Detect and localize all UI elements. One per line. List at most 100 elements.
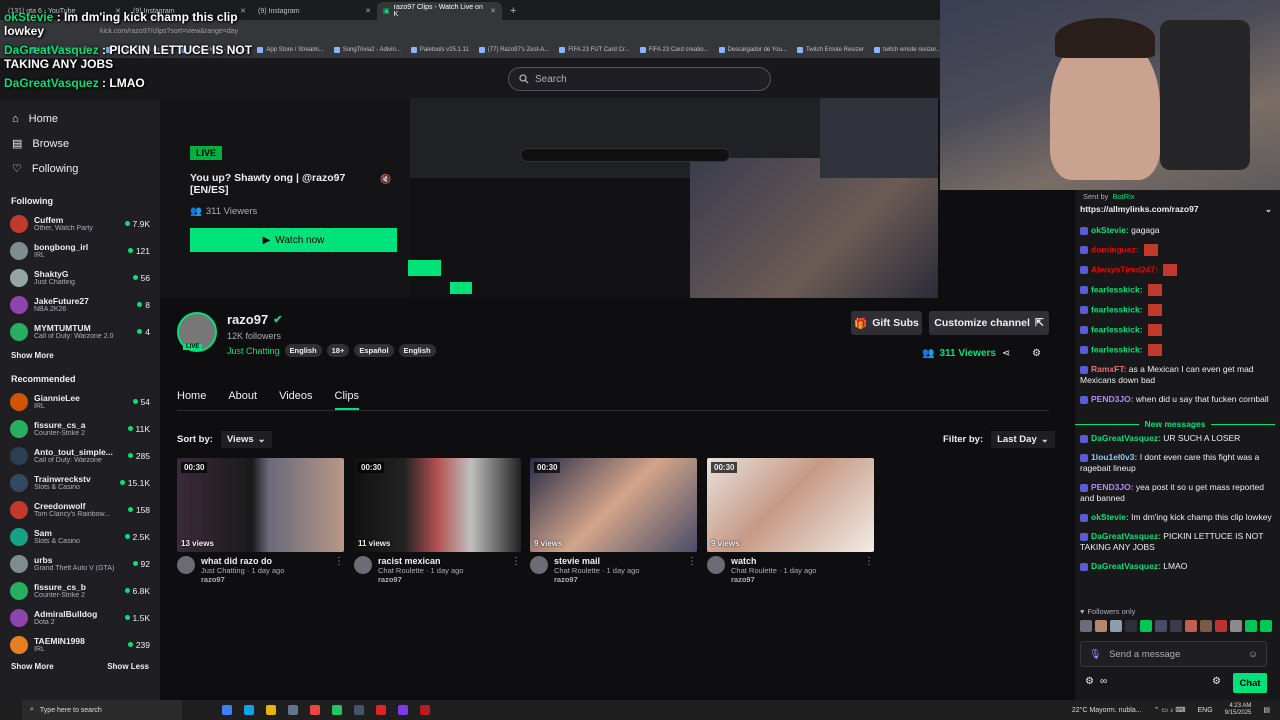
tab-about[interactable]: About: [228, 390, 257, 410]
chat-username[interactable]: fearlesskick: [1091, 344, 1140, 354]
sidebar-channel[interactable]: Sam Slots & Casino 2.5K: [0, 523, 160, 550]
tab-clips[interactable]: Clips: [334, 390, 359, 410]
clip-title[interactable]: watch: [731, 556, 858, 566]
chat-username[interactable]: okStevie: [1091, 225, 1126, 235]
browser-tab[interactable]: (9) Instagram ✕: [252, 2, 377, 20]
spotify-icon[interactable]: [332, 705, 342, 715]
chat-username[interactable]: fearlesskick: [1091, 284, 1140, 294]
sidebar-channel[interactable]: AdmiralBulldog Dota 2 1.5K: [0, 604, 160, 631]
clip-title[interactable]: what did razo do: [201, 556, 328, 566]
close-tab-icon[interactable]: ✕: [490, 7, 496, 15]
sidebar-channel[interactable]: GiannieLee IRL 54: [0, 388, 160, 415]
bookmark-item[interactable]: SongTrivia2 - Adivin...: [333, 47, 401, 53]
taskbar-search[interactable]: ⌕ Type here to search: [22, 700, 182, 720]
clip-thumbnail[interactable]: 00:30 9 views: [707, 458, 874, 552]
sidebar-channel[interactable]: JakeFuture27 NBA 2K26 8: [0, 291, 160, 318]
channel-tag[interactable]: English: [398, 344, 436, 357]
emote-icon[interactable]: [1215, 620, 1227, 632]
bookmark-item[interactable]: FIFA 23 FUT Card Cr...: [559, 47, 630, 53]
sidebar-channel[interactable]: Anto_tout_simple... Call of Duty: Warzone…: [0, 442, 160, 469]
clock[interactable]: 4:23 AM 9/15/2025: [1225, 703, 1252, 717]
app-icon[interactable]: [354, 705, 364, 715]
chat-username[interactable]: okStevie: [1091, 512, 1126, 522]
chat-username[interactable]: DaGreatVasquez: [1091, 561, 1158, 571]
emote-icon[interactable]: [1185, 620, 1197, 632]
more-options-icon[interactable]: ⋮: [864, 556, 874, 584]
search-input[interactable]: Search: [508, 67, 771, 91]
show-more-button[interactable]: Show More: [0, 351, 160, 360]
bookmark-item[interactable]: Twitch Emote Resizer: [796, 47, 864, 53]
notification-icon[interactable]: ▤: [1263, 706, 1270, 714]
more-options-icon[interactable]: ⋮: [334, 556, 344, 584]
close-tab-icon[interactable]: ✕: [365, 7, 371, 15]
clip-card[interactable]: 00:30 13 views what did razo do Just Chatti…: [177, 458, 344, 584]
language-indicator[interactable]: ENG: [1198, 707, 1213, 714]
emote-icon[interactable]: [1155, 620, 1167, 632]
clip-thumbnail[interactable]: 00:30 11 views: [354, 458, 521, 552]
emote-icon[interactable]: [1260, 620, 1272, 632]
sidebar-channel[interactable]: MYMTUMTUM Call of Duty: Warzone 2.0 4: [0, 318, 160, 345]
more-options-icon[interactable]: ⋮: [511, 556, 521, 584]
clip-author[interactable]: razo97: [731, 575, 858, 584]
bookmark-item[interactable]: Descargador de You...: [718, 47, 787, 53]
chat-send-button[interactable]: Chat: [1233, 673, 1267, 693]
clip-thumbnail[interactable]: 00:30 9 views: [530, 458, 697, 552]
clip-author[interactable]: razo97: [378, 575, 505, 584]
sidebar-channel[interactable]: fissure_cs_a Counter-Strike 2 11K: [0, 415, 160, 442]
chat-username[interactable]: fearlesskick: [1091, 304, 1140, 314]
channel-tag[interactable]: 18+: [326, 344, 350, 357]
avatar[interactable]: [530, 556, 548, 574]
chat-input[interactable]: 🎙 Send a message ☺: [1080, 641, 1267, 667]
tab-videos[interactable]: Videos: [279, 390, 312, 410]
emote-icon[interactable]: [1140, 620, 1152, 632]
show-more-recommended[interactable]: Show More: [11, 662, 54, 671]
show-less-button[interactable]: Show Less: [107, 662, 149, 671]
system-tray-icon[interactable]: ⌃ ▭ ♪ ⌨: [1154, 706, 1186, 714]
clip-card[interactable]: 00:30 11 views racist mexican Chat Roulette…: [354, 458, 521, 584]
sidebar-channel[interactable]: ShaktyG Just Chatting 56: [0, 264, 160, 291]
tab-home[interactable]: Home: [177, 390, 206, 410]
emote-icon[interactable]: [1170, 620, 1182, 632]
more-options-icon[interactable]: ⋮: [687, 556, 697, 584]
chat-username[interactable]: DaGreatVasquez: [1091, 433, 1158, 443]
bookmark-item[interactable]: FIFA 23 Card creatio...: [639, 47, 709, 53]
chat-username[interactable]: 1lou1el0v3: [1091, 452, 1134, 462]
share-icon[interactable]: ⋖: [1002, 348, 1010, 359]
weather-status[interactable]: 22°C Mayorm. nubla...: [1072, 707, 1142, 714]
chrome-icon[interactable]: [310, 705, 320, 715]
gear-icon[interactable]: ⚙: [1212, 676, 1221, 687]
nav-following[interactable]: ♡ Following: [0, 156, 160, 181]
sidebar-channel[interactable]: Cuffem Other, Watch Party 7.9K: [0, 210, 160, 237]
mute-icon[interactable]: 🔇: [380, 174, 391, 185]
clip-card[interactable]: 00:30 9 views watch Chat Roulette · 1 day a…: [707, 458, 874, 584]
chat-username[interactable]: dominguez: [1091, 244, 1136, 254]
settings-icon[interactable]: ⚙: [1085, 676, 1094, 687]
emote-icon[interactable]: [1125, 620, 1137, 632]
chat-username[interactable]: AlwaysTired247: [1091, 264, 1155, 274]
taskview-icon[interactable]: [222, 705, 232, 715]
user-settings-icon[interactable]: ⚙: [1032, 348, 1041, 359]
pinned-message[interactable]: https://allmylinks.com/razo97 ⌄: [1075, 201, 1280, 215]
channel-tag[interactable]: English: [284, 344, 322, 357]
chat-username[interactable]: RamxFT: [1091, 364, 1124, 374]
chat-username[interactable]: PEND3JO: [1091, 394, 1131, 404]
discord-icon[interactable]: [398, 705, 408, 715]
emote-icon[interactable]: [1095, 620, 1107, 632]
sort-dropdown[interactable]: Views ⌄: [220, 431, 272, 448]
bookmark-item[interactable]: (77) Razo97's Zest-A...: [478, 47, 549, 53]
chat-username[interactable]: PEND3JO: [1091, 482, 1131, 492]
store-icon[interactable]: [288, 705, 298, 715]
clip-title[interactable]: racist mexican: [378, 556, 505, 566]
chat-username[interactable]: DaGreatVasquez: [1091, 531, 1158, 541]
emote-icon[interactable]: [1245, 620, 1257, 632]
gift-subs-button[interactable]: 🎁 Gift Subs: [851, 311, 922, 335]
bookmark-item[interactable]: Paletools v25.1.11: [410, 47, 469, 53]
clip-title[interactable]: stevie mail: [554, 556, 681, 566]
new-tab-button[interactable]: +: [502, 2, 524, 20]
emote-icon[interactable]: [1080, 620, 1092, 632]
emote-icon[interactable]: [1200, 620, 1212, 632]
sidebar-channel[interactable]: Creedonwolf Tom Clancy's Rainbow... 158: [0, 496, 160, 523]
emoji-icon[interactable]: ☺: [1248, 649, 1258, 660]
sidebar-channel[interactable]: urbs Grand Theft Auto V (GTA) 92: [0, 550, 160, 577]
chat-username[interactable]: fearlesskick: [1091, 324, 1140, 334]
